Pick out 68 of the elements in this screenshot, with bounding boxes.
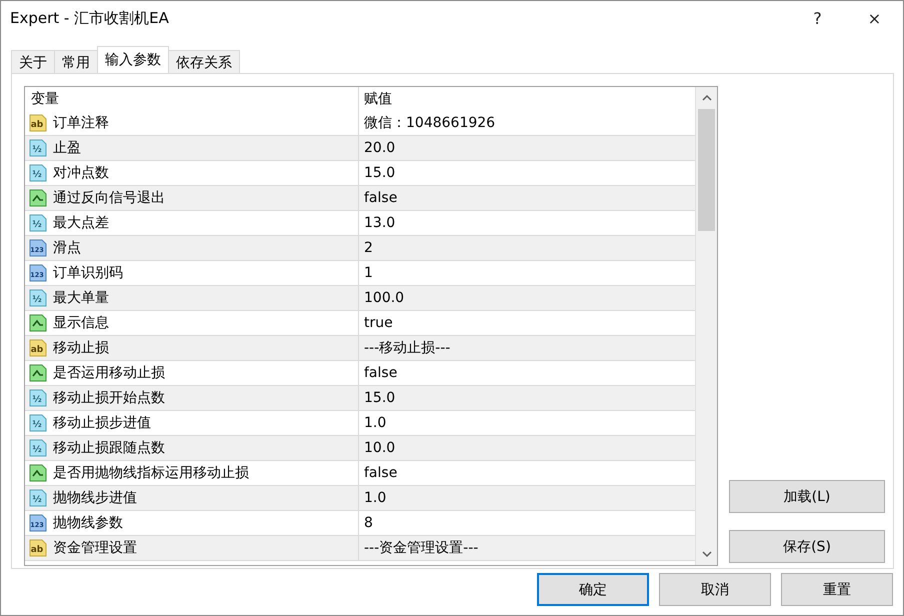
parameter-value[interactable]: false bbox=[364, 365, 398, 381]
side-button[interactable]: 保存(S) bbox=[729, 530, 885, 563]
scrollbar[interactable] bbox=[695, 87, 717, 565]
parameter-value[interactable]: 15.0 bbox=[364, 165, 396, 181]
parameter-name: 移动止损开始点数 bbox=[53, 389, 165, 407]
parameter-name: 是否运用移动止损 bbox=[53, 364, 165, 382]
parameter-value[interactable]: false bbox=[364, 465, 398, 481]
help-button[interactable]: ? bbox=[789, 1, 846, 35]
parameter-name: 止盈 bbox=[53, 139, 81, 157]
type-icon: ab bbox=[29, 539, 47, 557]
parameter-name: 显示信息 bbox=[53, 314, 109, 332]
parameter-name: 移动止损 bbox=[53, 339, 109, 357]
parameter-name: 移动止损步进值 bbox=[53, 414, 151, 432]
scroll-thumb[interactable] bbox=[698, 109, 715, 231]
scroll-down-icon[interactable] bbox=[702, 549, 712, 559]
type-icon: ½ bbox=[29, 139, 47, 157]
parameter-name: 是否用抛物线指标运用移动止损 bbox=[53, 464, 249, 482]
parameter-value[interactable]: 20.0 bbox=[364, 140, 396, 156]
parameter-value[interactable]: ---资金管理设置--- bbox=[364, 539, 478, 557]
parameter-value[interactable]: ---移动止损--- bbox=[364, 339, 450, 357]
parameter-name: 滑点 bbox=[53, 239, 81, 257]
tab[interactable]: 常用 bbox=[54, 50, 98, 73]
parameter-name: 订单注释 bbox=[53, 114, 109, 132]
graph-icon bbox=[29, 314, 47, 332]
parameter-value[interactable]: 1.0 bbox=[364, 415, 386, 431]
type-icon: ½ bbox=[29, 489, 47, 507]
close-button[interactable]: × bbox=[846, 1, 903, 35]
parameter-value[interactable]: 1 bbox=[364, 265, 373, 281]
parameter-name: 通过反向信号退出 bbox=[53, 189, 165, 207]
type-icon: ab bbox=[29, 339, 47, 357]
parameter-name: 最大点差 bbox=[53, 214, 109, 232]
parameter-name: 最大单量 bbox=[53, 289, 109, 307]
parameter-value[interactable]: false bbox=[364, 190, 398, 206]
type-icon: ½ bbox=[29, 214, 47, 232]
graph-icon bbox=[29, 464, 47, 482]
type-icon: ½ bbox=[29, 439, 47, 457]
parameter-value[interactable]: 2 bbox=[364, 240, 373, 256]
parameter-name: 订单识别码 bbox=[53, 264, 123, 282]
parameter-value[interactable]: 1.0 bbox=[364, 490, 386, 506]
parameter-name: 抛物线参数 bbox=[53, 514, 123, 532]
parameter-value[interactable]: 10.0 bbox=[364, 440, 396, 456]
side-button[interactable]: 加载(L) bbox=[729, 480, 885, 513]
type-icon: ½ bbox=[29, 414, 47, 432]
parameter-value[interactable]: true bbox=[364, 315, 393, 331]
type-icon: ½ bbox=[29, 164, 47, 182]
parameter-name: 抛物线步进值 bbox=[53, 489, 137, 507]
scroll-up-icon[interactable] bbox=[702, 93, 712, 103]
parameter-value[interactable]: 15.0 bbox=[364, 390, 396, 406]
graph-icon bbox=[29, 364, 47, 382]
parameter-value[interactable]: 微信：1048661926 bbox=[364, 114, 496, 132]
parameter-name: 移动止损跟随点数 bbox=[53, 439, 165, 457]
parameter-value[interactable]: 8 bbox=[364, 515, 373, 531]
window-title: Expert - 汇市收割机EA bbox=[10, 8, 170, 28]
dialog-button[interactable]: 重置 bbox=[781, 573, 893, 606]
parameter-name: 对冲点数 bbox=[53, 164, 109, 182]
column-header: 赋值 bbox=[363, 90, 393, 109]
tab[interactable]: 关于 bbox=[11, 50, 55, 73]
column-header: 变量 bbox=[25, 87, 359, 111]
type-icon: ab bbox=[29, 114, 47, 132]
type-icon: ½ bbox=[29, 289, 47, 307]
parameter-value[interactable]: 13.0 bbox=[364, 215, 396, 231]
parameter-value[interactable]: 100.0 bbox=[364, 290, 404, 306]
graph-icon bbox=[29, 189, 47, 207]
tab[interactable]: 依存关系 bbox=[168, 50, 240, 73]
dialog-button[interactable]: 确定 bbox=[537, 573, 649, 606]
dialog-button[interactable]: 取消 bbox=[659, 573, 771, 606]
parameter-name: 资金管理设置 bbox=[53, 539, 137, 557]
type-icon: ½ bbox=[29, 389, 47, 407]
